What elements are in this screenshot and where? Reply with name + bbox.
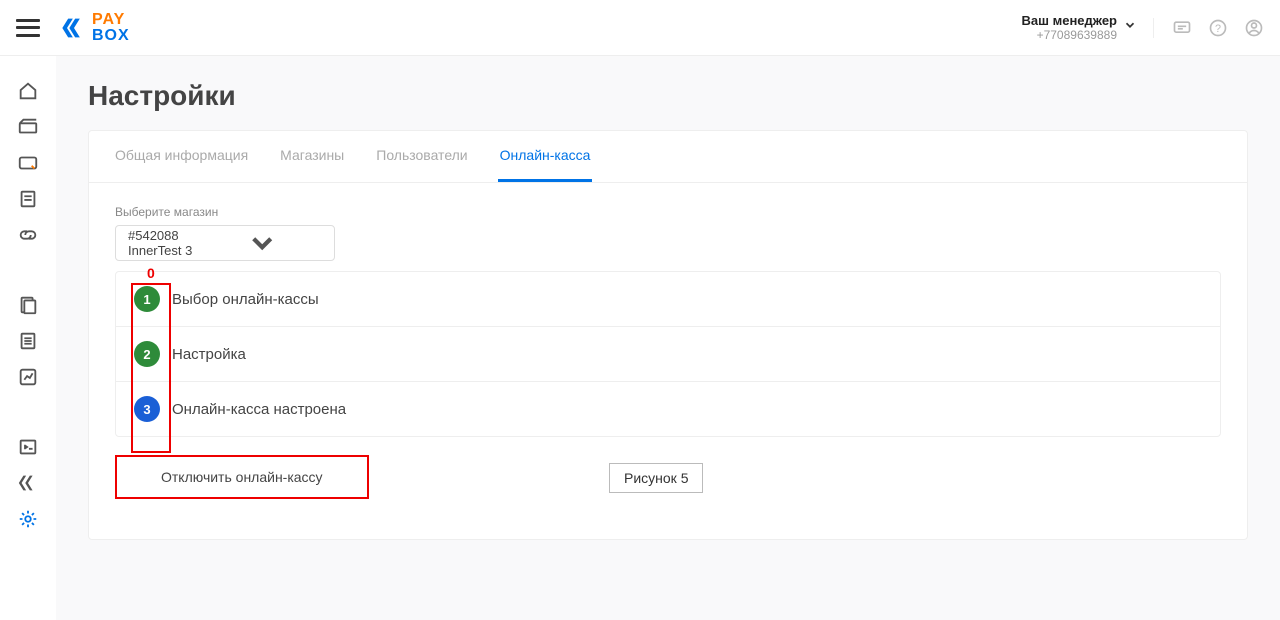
shop-select[interactable]: #542088 InnerTest 3 (115, 225, 335, 261)
home-icon[interactable] (17, 80, 39, 102)
step-row-2[interactable]: 2 Настройка (116, 327, 1220, 382)
reports-icon[interactable] (17, 188, 39, 210)
steps-list: 1 Выбор онлайн-кассы 2 Настройка 3 Онлай… (115, 271, 1221, 437)
tab-general[interactable]: Общая информация (113, 131, 250, 182)
logo[interactable]: PAY BOX (60, 12, 130, 44)
tab-online-kassa[interactable]: Онлайн-касса (498, 131, 593, 182)
manager-phone: +77089639889 (1022, 28, 1117, 42)
manager-info[interactable]: Ваш менеджер +77089639889 (1022, 13, 1117, 42)
step-number: 2 (134, 341, 160, 367)
step-label: Настройка (172, 346, 246, 363)
disable-kassa-button[interactable]: Отключить онлайн-кассу (115, 455, 369, 499)
header: PAY BOX Ваш менеджер +77089639889 ? (0, 0, 1280, 56)
user-icon[interactable] (1244, 18, 1264, 38)
step-label: Выбор онлайн-кассы (172, 291, 319, 308)
payout-icon[interactable] (17, 152, 39, 174)
terminal-icon[interactable] (17, 436, 39, 458)
shop-select-label: Выберите магазин (115, 205, 1221, 219)
chat-icon[interactable] (1172, 18, 1192, 38)
list-icon[interactable] (17, 330, 39, 352)
tab-users[interactable]: Пользователи (374, 131, 469, 182)
settings-icon[interactable] (17, 508, 39, 530)
logo-box: BOX (92, 28, 130, 44)
tab-shops[interactable]: Магазины (278, 131, 346, 182)
help-icon[interactable]: ? (1208, 18, 1228, 38)
sidebar (0, 56, 56, 620)
step-number: 1 (134, 286, 160, 312)
chevron-down-icon (202, 226, 322, 260)
tab-bar: Общая информация Магазины Пользователи О… (89, 131, 1247, 183)
link-icon[interactable] (17, 224, 39, 246)
transactions-icon[interactable] (17, 116, 39, 138)
analytics-icon[interactable] (17, 366, 39, 388)
logo-pay: PAY (92, 12, 130, 28)
step-number: 3 (134, 396, 160, 422)
shop-select-value: #542088 InnerTest 3 (128, 228, 202, 258)
chevron-down-icon[interactable] (1123, 18, 1137, 37)
settings-card: Общая информация Магазины Пользователи О… (88, 130, 1248, 540)
api-icon[interactable] (17, 472, 39, 494)
main-content: Настройки Общая информация Магазины Поль… (56, 56, 1280, 620)
tab-panel: Выберите магазин #542088 InnerTest 3 0 1… (89, 183, 1247, 539)
menu-toggle[interactable] (16, 19, 40, 37)
figure-label: Рисунок 5 (609, 463, 703, 493)
step-row-1[interactable]: 1 Выбор онлайн-кассы (116, 272, 1220, 327)
manager-label: Ваш менеджер (1022, 13, 1117, 28)
step-row-3[interactable]: 3 Онлайн-касса настроена (116, 382, 1220, 436)
step-label: Онлайн-касса настроена (172, 401, 346, 418)
svg-text:?: ? (1215, 23, 1221, 35)
docs-icon[interactable] (17, 294, 39, 316)
page-title: Настройки (88, 80, 1248, 112)
annotation-zero: 0 (147, 265, 155, 281)
